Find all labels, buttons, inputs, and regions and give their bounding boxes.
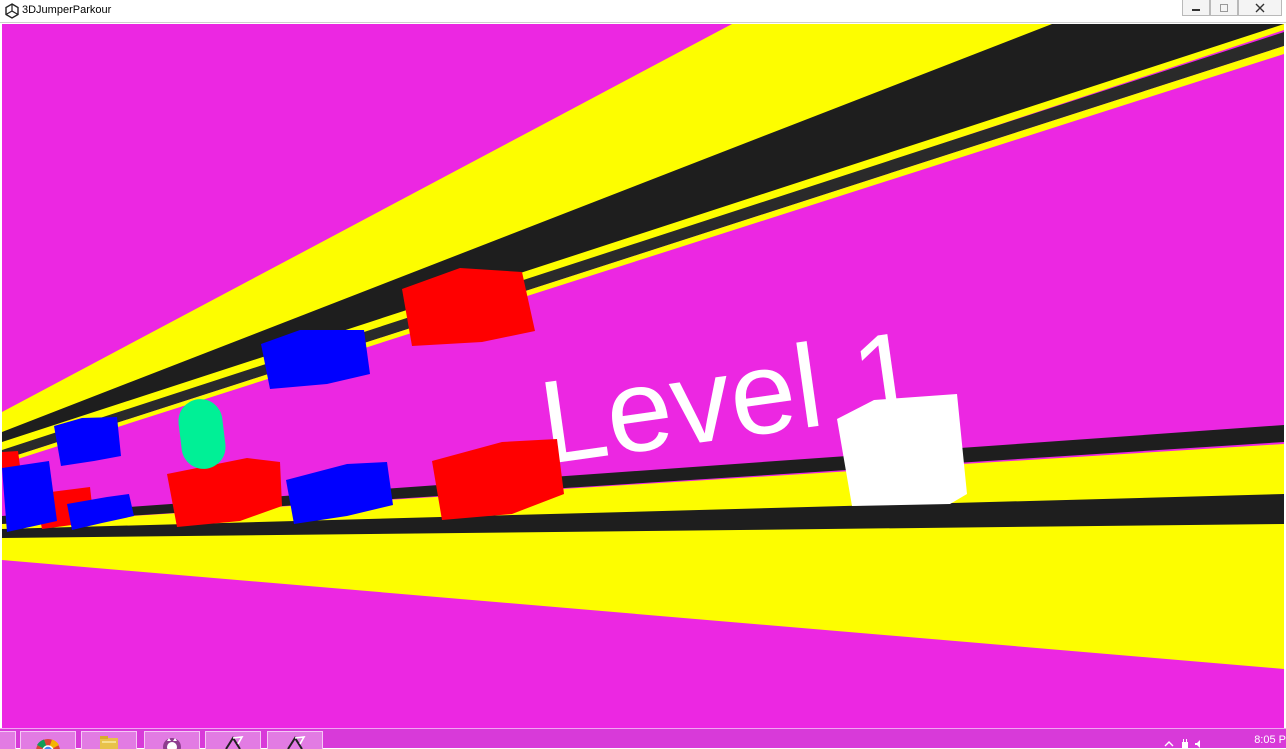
unity-logo-icon	[287, 736, 306, 749]
minimize-icon	[1192, 8, 1200, 11]
taskbar-clock[interactable]: 8:05 P	[1254, 734, 1286, 746]
window-title: 3DJumperParkour	[22, 4, 112, 16]
start-button[interactable]	[0, 731, 16, 749]
taskbar-app-unity-editor[interactable]	[205, 731, 261, 749]
window-controls	[1182, 0, 1282, 18]
github-icon	[163, 738, 181, 749]
unity-logo-icon	[225, 736, 244, 749]
window-titlebar[interactable]: 3DJumperParkour	[0, 0, 1286, 23]
taskbar-app-unity-player[interactable]	[267, 731, 323, 749]
maximize-button[interactable]	[1210, 0, 1238, 16]
system-tray: 8:05 P	[1146, 729, 1286, 749]
folder-icon	[100, 736, 118, 749]
close-icon	[1255, 3, 1265, 12]
chrome-icon	[36, 739, 60, 749]
os-taskbar: 8:05 P	[0, 728, 1286, 749]
taskbar-app-github-desktop[interactable]	[144, 731, 200, 749]
player-cube	[837, 394, 967, 506]
taskbar-app-chrome[interactable]	[20, 731, 76, 749]
minimize-button[interactable]	[1182, 0, 1210, 16]
close-button[interactable]	[1238, 0, 1282, 16]
maximize-icon	[1220, 3, 1228, 12]
unity-logo-icon	[5, 3, 19, 19]
game-viewport[interactable]: Level 1	[2, 24, 1284, 728]
red-block	[2, 451, 20, 468]
blue-block	[2, 461, 57, 532]
taskbar-app-file-explorer[interactable]	[81, 731, 137, 749]
windows-logo-icon	[0, 735, 1, 749]
